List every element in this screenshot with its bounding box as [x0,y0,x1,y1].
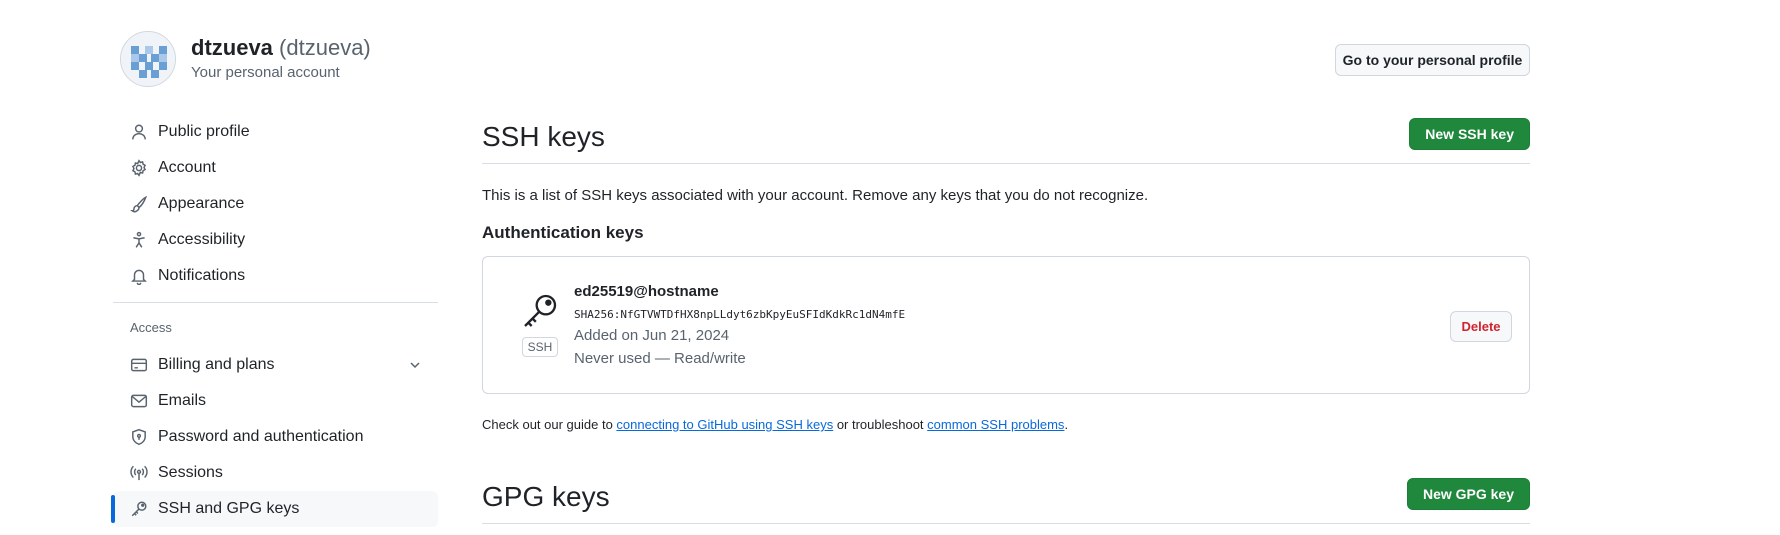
settings-sidebar: Public profile Account Appearance Access… [111,114,438,527]
sidebar-divider [113,302,438,303]
sidebar-item-label: Password and authentication [158,428,364,445]
ssh-key-item: SSH ed25519@hostname SHA256:NfGTVWTDfHX8… [482,256,1530,394]
sidebar-item-appearance[interactable]: Appearance [113,186,438,222]
chevron-down-icon[interactable] [407,357,423,373]
account-login: (dtzueva) [279,35,371,60]
ssh-problems-link[interactable]: common SSH problems [927,417,1064,432]
delete-ssh-key-button[interactable]: Delete [1450,311,1512,342]
sidebar-item-emails[interactable]: Emails [113,383,438,419]
sidebar-item-label: Appearance [158,195,245,212]
sidebar-item-sessions[interactable]: Sessions [113,455,438,491]
account-text: dtzueva (dtzueva) Your personal account [191,35,371,83]
sidebar-item-public-profile[interactable]: Public profile [113,114,438,150]
guide-suffix: . [1064,417,1069,432]
shield-lock-icon [130,428,148,446]
ssh-keys-title: SSH keys [482,121,605,152]
account-name: dtzueva (dtzueva) [191,35,371,61]
accessibility-icon [130,231,148,249]
paintbrush-icon [130,195,148,213]
credit-card-icon [130,356,148,374]
ssh-guide-text: Check out our guide to connecting to Git… [482,416,1530,434]
new-ssh-key-button[interactable]: New SSH key [1409,118,1530,150]
new-gpg-key-button[interactable]: New GPG key [1406,478,1530,510]
account-header: dtzueva (dtzueva) Your personal account [120,31,371,87]
person-icon [130,123,148,141]
ssh-key-fingerprint: SHA256:NfGTVWTDfHX8npLLdyt6zbKpyEuSFIdKd… [574,308,906,321]
guide-prefix: Check out our guide to [482,417,617,432]
sidebar-item-label: Public profile [158,123,250,140]
gear-icon [130,159,148,177]
sidebar-item-label: Account [158,159,216,176]
ssh-intro-text: This is a list of SSH keys associated wi… [482,187,1149,204]
account-username: dtzueva [191,35,273,60]
sidebar-item-label: Emails [158,392,207,409]
ssh-badge: SSH [522,337,558,357]
sidebar-item-billing[interactable]: Billing and plans [113,347,438,383]
ssh-key-usage: Never used — Read/write [574,350,746,367]
gpg-keys-title: GPG keys [482,481,610,512]
gpg-section-header: GPG keys New GPG key [482,474,1530,524]
connecting-ssh-guide-link[interactable]: connecting to GitHub using SSH keys [616,417,833,432]
go-to-profile-button[interactable]: Go to your personal profile [1335,44,1530,76]
avatar[interactable] [120,31,176,87]
sidebar-item-label: Sessions [158,464,223,481]
key-icon [520,291,560,336]
settings-page: dtzueva (dtzueva) Your personal account … [0,0,1780,535]
sidebar-item-label: Accessibility [158,231,246,248]
ssh-key-added-date: Added on Jun 21, 2024 [574,327,730,344]
authentication-keys-heading: Authentication keys [482,223,644,242]
sidebar-item-label: Billing and plans [158,356,275,373]
active-indicator [111,495,115,523]
guide-middle: or troubleshoot [833,417,928,432]
key-icon [130,500,148,518]
ssh-key-name: ed25519@hostname [574,283,719,300]
broadcast-icon [130,464,148,482]
ssh-section-header: SSH keys New SSH key [482,114,1530,164]
sidebar-item-ssh-gpg-keys[interactable]: SSH and GPG keys [111,491,438,527]
sidebar-item-label: SSH and GPG keys [158,500,300,517]
mail-icon [130,392,148,410]
sidebar-item-accessibility[interactable]: Accessibility [113,222,438,258]
main-content: SSH keys New SSH key This is a list of S… [482,114,1530,524]
sidebar-item-password[interactable]: Password and authentication [113,419,438,455]
ssh-key-info: ed25519@hostname SHA256:NfGTVWTDfHX8npLL… [574,282,905,370]
sidebar-item-notifications[interactable]: Notifications [113,258,438,294]
account-subtitle: Your personal account [191,64,340,81]
sidebar-heading-access: Access [130,320,172,335]
sidebar-item-label: Notifications [158,267,246,284]
bell-icon [130,267,148,285]
sidebar-item-account[interactable]: Account [113,150,438,186]
